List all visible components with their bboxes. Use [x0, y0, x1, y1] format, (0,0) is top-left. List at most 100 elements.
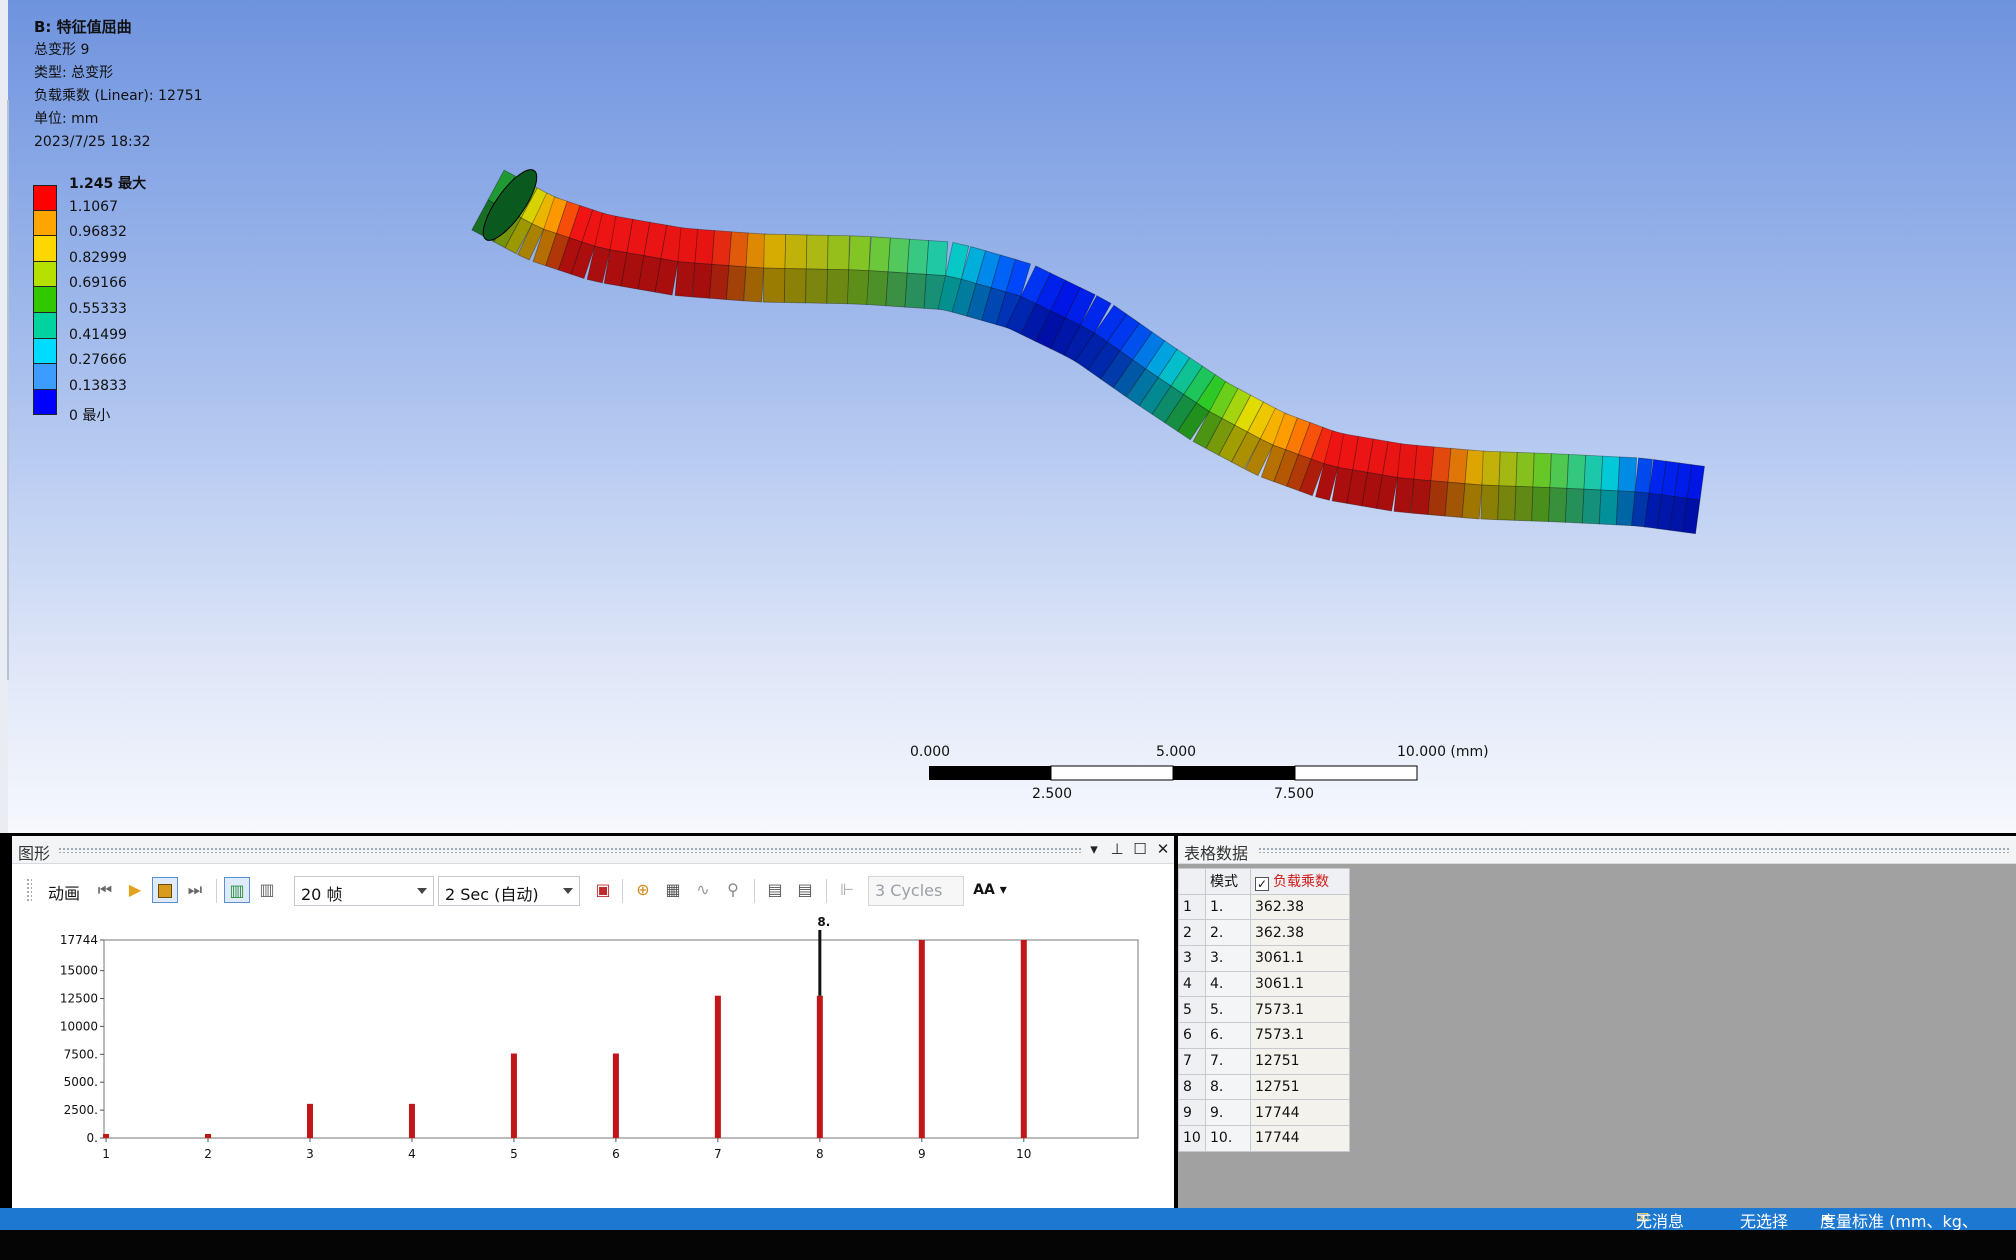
graphics-viewport[interactable]: B: 特征值屈曲 总变形 9 类型: 总变形 负载乘数 (Linear): 12… — [0, 0, 2016, 833]
distributed-frames-icon[interactable]: ▥ — [224, 877, 250, 903]
plot-area — [103, 939, 1139, 1139]
zoom-icon[interactable]: ⊕ — [630, 877, 656, 903]
load-multiplier-chart[interactable]: 0. 2500. 5000. 7500. 10000 12500 15000 17744 1 2 3… — [12, 916, 1174, 1208]
cycles-field[interactable]: 3 Cycles — [868, 876, 964, 906]
duration-select[interactable]: 2 Sec (自动) — [438, 876, 580, 906]
table-row[interactable]: 10 10. 17744 — [1178, 1124, 1350, 1152]
row-number[interactable]: 2 — [1178, 919, 1206, 947]
table-panel-header[interactable]: 表格数据 — [1178, 836, 2016, 864]
pipe-segment-upper — [1481, 450, 1501, 487]
mode-cell[interactable]: 3. — [1205, 945, 1251, 972]
pipe-segment-upper — [848, 235, 871, 272]
load-multiplier-cell[interactable]: 362.38 — [1250, 893, 1350, 921]
table-row[interactable]: 2 2. 362.38 — [1178, 919, 1350, 947]
bar-mode-4[interactable] — [408, 1103, 415, 1138]
mode-cell[interactable]: 9. — [1205, 1099, 1251, 1126]
animation-toolbar: 动画 ⏮ ▶ ⏭ ▥ ▥ 20 帧 2 Sec (自动) ▣ ⊕ ▦ ∿ ⚲ ▤… — [12, 870, 1174, 910]
bar-mode-6[interactable] — [612, 1053, 619, 1138]
mode-cell[interactable]: 7. — [1205, 1047, 1251, 1075]
table-row[interactable]: 3 3. 3061.1 — [1178, 945, 1350, 972]
grid-icon[interactable]: ▦ — [660, 877, 686, 903]
column-checkbox[interactable]: ✓ — [1255, 877, 1269, 892]
row-number[interactable]: 5 — [1178, 996, 1206, 1024]
table-row[interactable]: 4 4. 3061.1 — [1178, 970, 1350, 998]
pipe-segment-lower — [805, 268, 828, 304]
row-number[interactable]: 3 — [1178, 945, 1206, 972]
last-frame-icon[interactable]: ⏭ — [182, 877, 208, 903]
mode-cell[interactable]: 4. — [1205, 970, 1251, 998]
table-paste-icon[interactable]: ▤ — [792, 877, 818, 903]
result-frames-icon[interactable]: ▥ — [254, 877, 280, 903]
row-number[interactable]: 8 — [1178, 1073, 1206, 1101]
graph-panel-header[interactable]: 图形 ▾ ⊥ ☐ ✕ — [12, 836, 1174, 864]
play-icon[interactable]: ▶ — [122, 877, 148, 903]
load-multiplier-cell[interactable]: 3061.1 — [1250, 970, 1350, 998]
cycles-icon[interactable]: ⊩ — [834, 877, 860, 903]
antialias-button[interactable]: AA ▾ — [970, 877, 1010, 903]
table-copy-icon[interactable]: ▤ — [762, 877, 788, 903]
mode-cell[interactable]: 10. — [1205, 1124, 1251, 1152]
close-icon[interactable]: ✕ — [1153, 839, 1173, 859]
mode-cell[interactable]: 2. — [1205, 919, 1251, 947]
pipe-segment-upper — [1430, 446, 1452, 483]
y-tick-label: 15000 — [60, 964, 98, 978]
mode-cell[interactable]: 5. — [1205, 996, 1251, 1024]
mode-cell[interactable]: 1. — [1205, 893, 1251, 921]
pipe-segment-upper — [1549, 453, 1569, 489]
table-row[interactable]: 6 6. 7573.1 — [1178, 1022, 1350, 1049]
row-number[interactable]: 7 — [1178, 1047, 1206, 1075]
pipe-segment-lower — [904, 272, 927, 309]
load-multiplier-cell[interactable]: 12751 — [1250, 1047, 1350, 1075]
table-row[interactable]: 5 5. 7573.1 — [1178, 996, 1350, 1024]
bar-mode-7[interactable] — [714, 995, 721, 1138]
frames-select[interactable]: 20 帧 — [294, 876, 434, 906]
pipe-segment-lower — [743, 266, 765, 303]
bar-mode-2[interactable] — [205, 1133, 212, 1138]
row-number[interactable]: 6 — [1178, 1022, 1206, 1049]
scale-bar-graphic — [929, 765, 1418, 781]
probe-icon[interactable]: ⚲ — [720, 877, 746, 903]
curve-icon[interactable]: ∿ — [690, 877, 716, 903]
mode-column-header[interactable]: 模式 — [1205, 868, 1251, 895]
toolbar-separator — [754, 879, 755, 903]
table-row[interactable]: 1 1. 362.38 — [1178, 893, 1350, 921]
bar-mode-10[interactable] — [1020, 940, 1027, 1138]
load-multiplier-cell[interactable]: 7573.1 — [1250, 996, 1350, 1024]
row-number[interactable]: 4 — [1178, 970, 1206, 998]
row-number[interactable]: 10 — [1178, 1124, 1206, 1152]
bar-mode-3[interactable] — [306, 1103, 313, 1138]
scale-label-7-5: 7.500 — [1274, 786, 1315, 802]
first-frame-icon[interactable]: ⏮ — [92, 877, 118, 903]
tabular-data-table: 模式 ✓ 负载乘数 1 1. 362.38 2 2. 362.38 3 3. 3061.1 4 4. 3… — [1178, 868, 1350, 1152]
bar-mode-9[interactable] — [918, 940, 925, 1138]
panel-menu-icon[interactable]: ▾ — [1084, 839, 1104, 859]
table-row[interactable]: 8 8. 12751 — [1178, 1073, 1350, 1101]
load-multiplier-column-header[interactable]: ✓ 负载乘数 — [1250, 868, 1350, 895]
bar-mode-8[interactable] — [816, 995, 823, 1138]
row-number[interactable]: 1 — [1178, 893, 1206, 921]
mode-cell[interactable]: 6. — [1205, 1022, 1251, 1049]
bar-mode-5[interactable] — [510, 1053, 517, 1138]
export-video-icon[interactable]: ▣ — [590, 877, 616, 903]
y-tick-label: 0. — [87, 1131, 98, 1145]
row-number[interactable]: 9 — [1178, 1099, 1206, 1126]
pin-icon[interactable]: ⊥ — [1107, 839, 1127, 859]
maximize-icon[interactable]: ☐ — [1130, 839, 1150, 859]
stop-button[interactable] — [152, 877, 178, 903]
load-multiplier-cell[interactable]: 12751 — [1250, 1073, 1350, 1101]
load-multiplier-cell[interactable]: 17744 — [1250, 1099, 1350, 1126]
table-row[interactable]: 7 7. 12751 — [1178, 1047, 1350, 1075]
load-multiplier-cell[interactable]: 362.38 — [1250, 919, 1350, 947]
pipe-segment-lower — [1480, 484, 1500, 521]
load-multiplier-cell[interactable]: 7573.1 — [1250, 1022, 1350, 1049]
table-header-row: 模式 ✓ 负载乘数 — [1178, 868, 1350, 895]
load-multiplier-cell[interactable]: 17744 — [1250, 1124, 1350, 1152]
table-row[interactable]: 9 9. 17744 — [1178, 1099, 1350, 1126]
load-multiplier-cell[interactable]: 3061.1 — [1250, 945, 1350, 972]
pipe-segment-upper — [805, 234, 829, 270]
stop-icon — [158, 884, 172, 898]
deformed-pipe-model[interactable] — [0, 0, 2016, 833]
bar-mode-1[interactable] — [103, 1133, 110, 1138]
mode-cell[interactable]: 8. — [1205, 1073, 1251, 1101]
antialias-label: AA — [973, 882, 995, 898]
